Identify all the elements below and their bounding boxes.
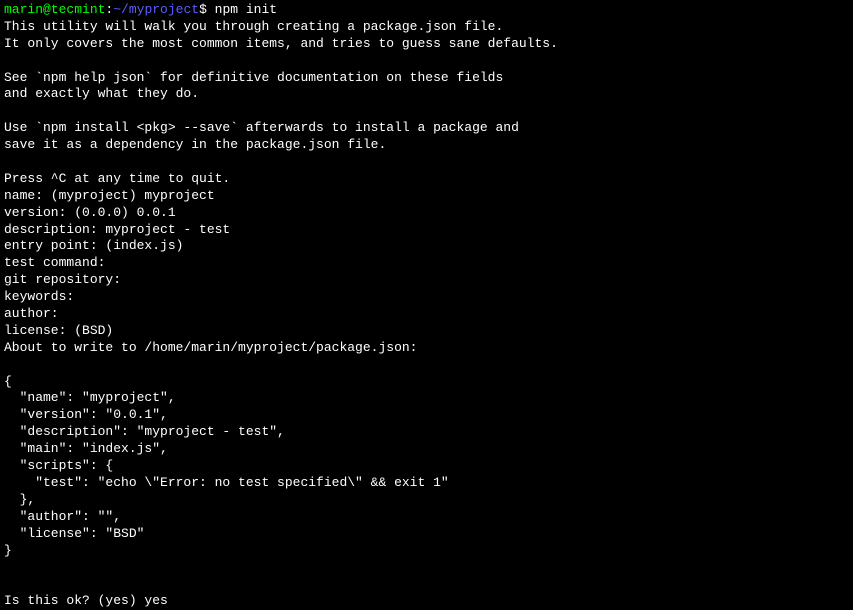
input-prompt-author[interactable]: author: <box>4 306 849 323</box>
output-line: and exactly what they do. <box>4 86 849 103</box>
prompt-path: ~/myproject <box>113 2 199 17</box>
output-line: save it as a dependency in the package.j… <box>4 137 849 154</box>
blank-line <box>4 103 849 120</box>
prompt-user-host: marin@tecmint <box>4 2 105 17</box>
input-prompt-keywords[interactable]: keywords: <box>4 289 849 306</box>
input-prompt-test-command[interactable]: test command: <box>4 255 849 272</box>
blank-line <box>4 53 849 70</box>
json-preview-line: "scripts": { <box>4 458 849 475</box>
prompt-dollar: $ <box>199 2 207 17</box>
blank-line <box>4 576 849 593</box>
output-line: About to write to /home/marin/myproject/… <box>4 340 849 357</box>
json-preview-line: "version": "0.0.1", <box>4 407 849 424</box>
json-preview-line: } <box>4 543 849 560</box>
input-prompt-entry-point[interactable]: entry point: (index.js) <box>4 238 849 255</box>
blank-line <box>4 154 849 171</box>
output-line: Press ^C at any time to quit. <box>4 171 849 188</box>
json-preview-line: "test": "echo \"Error: no test specified… <box>4 475 849 492</box>
blank-line <box>4 559 849 576</box>
prompt-command[interactable]: npm init <box>207 2 277 17</box>
json-preview-line: "main": "index.js", <box>4 441 849 458</box>
terminal-prompt-line: marin@tecmint:~/myproject$ npm init <box>4 2 849 19</box>
json-preview-line: "name": "myproject", <box>4 390 849 407</box>
json-preview-line: "author": "", <box>4 509 849 526</box>
input-prompt-git-repository[interactable]: git repository: <box>4 272 849 289</box>
output-line: It only covers the most common items, an… <box>4 36 849 53</box>
json-preview-line: { <box>4 374 849 391</box>
output-line: See `npm help json` for definitive docum… <box>4 70 849 87</box>
input-prompt-description[interactable]: description: myproject - test <box>4 222 849 239</box>
input-prompt-license[interactable]: license: (BSD) <box>4 323 849 340</box>
json-preview-line: "license": "BSD" <box>4 526 849 543</box>
json-preview-line: "description": "myproject - test", <box>4 424 849 441</box>
blank-line <box>4 357 849 374</box>
input-prompt-version[interactable]: version: (0.0.0) 0.0.1 <box>4 205 849 222</box>
input-prompt-confirm[interactable]: Is this ok? (yes) yes <box>4 593 849 610</box>
json-preview-line: }, <box>4 492 849 509</box>
output-line: Use `npm install <pkg> --save` afterward… <box>4 120 849 137</box>
output-line: This utility will walk you through creat… <box>4 19 849 36</box>
input-prompt-name[interactable]: name: (myproject) myproject <box>4 188 849 205</box>
